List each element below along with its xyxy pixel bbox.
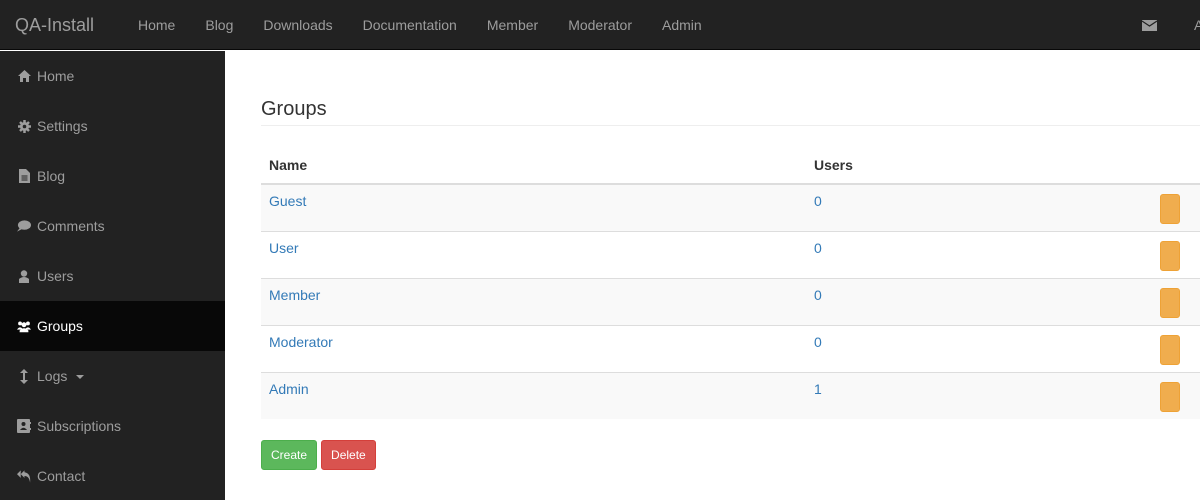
caret-down-icon	[76, 375, 85, 379]
resize-vertical-icon	[17, 368, 31, 384]
nav-admin[interactable]: Admin	[647, 0, 717, 50]
sidebar-item-blog[interactable]: Blog	[0, 151, 225, 201]
sidebar-item-subscriptions[interactable]: Subscriptions	[0, 401, 225, 451]
nav-documentation[interactable]: Documentation	[348, 0, 472, 50]
row-edit-button[interactable]	[1160, 382, 1180, 412]
user-menu[interactable]: A	[1194, 17, 1200, 33]
users-count-link[interactable]: 0	[814, 287, 822, 303]
brand-logo[interactable]: QA-Install	[15, 15, 94, 35]
sidebar-item-label: Comments	[37, 218, 105, 234]
nav-home[interactable]: Home	[123, 0, 190, 50]
delete-button[interactable]: Delete	[321, 440, 376, 470]
top-nav: Home Blog Downloads Documentation Member…	[123, 0, 717, 50]
sidebar-item-label: Home	[37, 68, 75, 84]
sidebar-item-label: Users	[37, 268, 74, 284]
page-title: Groups	[261, 98, 327, 120]
user-icon	[17, 269, 31, 283]
table-row: Member 0	[261, 277, 1200, 325]
sidebar-item-label: Subscriptions	[37, 418, 122, 434]
sidebar-item-users[interactable]: Users	[0, 251, 225, 301]
file-icon	[17, 169, 31, 183]
column-header-actions	[1111, 147, 1200, 185]
envelope-icon[interactable]	[1142, 19, 1157, 31]
row-edit-button[interactable]	[1160, 194, 1180, 224]
group-link[interactable]: Member	[269, 287, 320, 303]
group-link[interactable]: User	[269, 240, 299, 256]
table-row: Moderator 0	[261, 324, 1200, 372]
row-edit-button[interactable]	[1160, 288, 1180, 318]
sidebar-item-label: Settings	[37, 118, 88, 134]
gear-icon	[17, 119, 31, 133]
group-link[interactable]: Moderator	[269, 334, 333, 350]
main-content: Groups Name Users Guest 0 User 0 Member	[225, 51, 1200, 500]
home-icon	[17, 69, 31, 83]
top-right-actions: A	[1142, 0, 1200, 50]
table-row: Guest 0	[261, 183, 1200, 231]
nav-downloads[interactable]: Downloads	[248, 0, 347, 50]
group-link[interactable]: Admin	[269, 381, 309, 397]
address-book-icon	[17, 419, 31, 433]
sidebar-item-groups[interactable]: Groups	[0, 301, 225, 351]
table-row: User 0	[261, 230, 1200, 278]
column-header-users[interactable]: Users	[806, 147, 1112, 185]
sidebar: Home Settings Blog Comments Users Groups	[0, 51, 225, 500]
row-edit-button[interactable]	[1160, 335, 1180, 365]
table-actions: Create Delete	[261, 440, 376, 470]
groups-table: Name Users Guest 0 User 0 Member 0 Moder…	[261, 147, 1200, 419]
sidebar-item-contact[interactable]: Contact	[0, 451, 225, 501]
table-row: Admin 1	[261, 371, 1200, 419]
sidebar-item-comments[interactable]: Comments	[0, 201, 225, 251]
nav-member[interactable]: Member	[472, 0, 553, 50]
group-link[interactable]: Guest	[269, 193, 306, 209]
nav-blog[interactable]: Blog	[190, 0, 248, 50]
users-icon	[17, 319, 31, 333]
sidebar-item-logs[interactable]: Logs	[0, 351, 225, 401]
sidebar-item-label: Groups	[37, 318, 83, 334]
page-header: Groups	[261, 98, 1200, 126]
comment-icon	[17, 219, 31, 233]
sidebar-item-label: Blog	[37, 168, 66, 184]
users-count-link[interactable]: 0	[814, 334, 822, 350]
create-button[interactable]: Create	[261, 440, 318, 470]
sidebar-item-label: Contact	[37, 468, 86, 484]
users-count-link[interactable]: 0	[814, 240, 822, 256]
row-edit-button[interactable]	[1160, 241, 1180, 271]
column-header-name[interactable]: Name	[261, 147, 806, 185]
sidebar-item-label: Logs	[37, 368, 68, 384]
users-count-link[interactable]: 0	[814, 193, 822, 209]
top-navbar: QA-Install Home Blog Downloads Documenta…	[0, 0, 1200, 50]
sidebar-item-home[interactable]: Home	[0, 51, 225, 101]
reply-all-icon	[17, 469, 31, 483]
nav-moderator[interactable]: Moderator	[553, 0, 647, 50]
sidebar-item-settings[interactable]: Settings	[0, 101, 225, 151]
users-count-link[interactable]: 1	[814, 381, 822, 397]
